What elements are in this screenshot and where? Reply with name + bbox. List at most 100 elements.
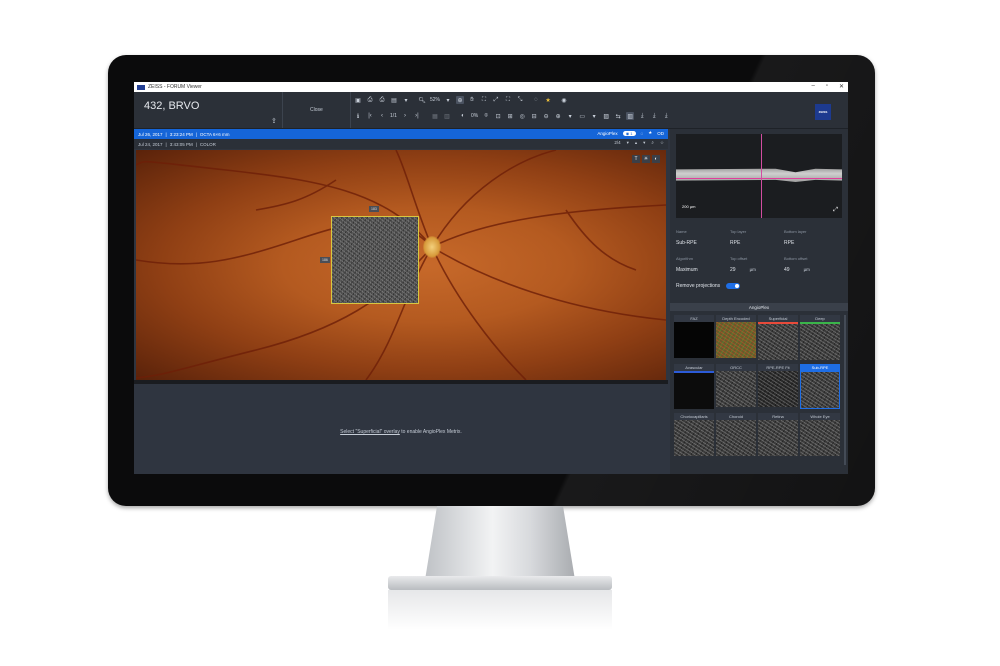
chevron-down-icon[interactable]: ▾ — [643, 140, 645, 146]
retina-layer — [676, 168, 842, 182]
image-chevron-icon[interactable]: ▾ — [590, 112, 598, 120]
image-date: Jul 24, 2017 — [138, 141, 163, 147]
star-icon[interactable]: ★ — [648, 130, 652, 136]
bottom-offset-value[interactable]: 49 — [784, 267, 790, 273]
tile-retina[interactable]: Retina — [758, 413, 798, 456]
search-icon[interactable]: ⌕ — [651, 140, 654, 146]
bottom-layer-value[interactable]: RPE — [784, 240, 842, 246]
star-outline-icon[interactable]: ☆ — [660, 140, 664, 146]
print-icon[interactable]: ⎙ — [378, 96, 386, 104]
download-alt-icon[interactable]: ⤓ — [650, 112, 658, 120]
star-icon[interactable]: ★ — [544, 96, 552, 104]
opacity-value[interactable]: 0% — [471, 113, 478, 119]
split-view-icon[interactable]: ▥ — [626, 112, 635, 120]
image-type: COLOR — [199, 141, 216, 147]
scan-label-top: 183 — [369, 206, 379, 212]
zoom-level[interactable]: 52% — [430, 97, 440, 103]
close-window-button[interactable]: ✕ — [839, 83, 844, 90]
target-icon[interactable]: ◎ — [518, 112, 526, 120]
fundus-tools: T ☀ ◐ — [632, 155, 660, 163]
tile-depth-encoded[interactable]: Depth Encoded — [716, 315, 756, 360]
close-button[interactable]: Close — [310, 107, 323, 113]
overlay-icon[interactable]: ⌾ — [482, 112, 490, 120]
grid-icon[interactable]: ▦ — [431, 112, 439, 120]
measure-icon[interactable]: ⊟ — [530, 112, 538, 120]
export-icon[interactable]: ⇪ — [271, 117, 277, 125]
tile-whole-eye[interactable]: Whole Eye — [800, 413, 840, 456]
chevron-up-icon[interactable]: ▴ — [635, 140, 637, 146]
angioplex-mode[interactable]: AngioPlex — [597, 131, 617, 136]
fullscreen-icon[interactable]: ⛶ — [504, 96, 512, 104]
tile-label: FAZ — [674, 315, 714, 322]
zoom-chevron-icon[interactable]: ▾ — [444, 96, 452, 104]
remove-projections-toggle[interactable] — [726, 283, 741, 289]
timeline-bar[interactable] — [134, 380, 668, 384]
zeiss-small-logo — [137, 84, 145, 90]
compare-icon[interactable]: ⇆ — [614, 112, 622, 120]
tile-faz[interactable]: FAZ — [674, 315, 714, 360]
monitor-stand — [425, 506, 575, 580]
print-preview-icon[interactable]: ⎙ — [366, 96, 374, 104]
opacity-icon[interactable]: ◐ — [459, 112, 467, 120]
algorithm-value[interactable]: Maximum — [676, 267, 730, 273]
tile-avascular[interactable]: Avascular — [674, 364, 714, 409]
name-value[interactable]: Sub-RPE — [676, 240, 730, 246]
top-layer-value[interactable]: RPE — [730, 240, 784, 246]
fit-icon[interactable]: ⛶ — [480, 96, 488, 104]
layout-icon[interactable]: ▤ — [390, 96, 398, 104]
maximize-button[interactable]: ▫ — [826, 83, 828, 90]
save-icon[interactable]: ▣ — [354, 96, 362, 104]
eye-icon[interactable]: ◉ — [560, 96, 568, 104]
comment-icon[interactable]: ◌ — [532, 96, 540, 104]
top-layer-label: Top layer — [730, 229, 747, 234]
tile-rpe-fit[interactable]: RPE-RPE Fit — [758, 364, 798, 409]
plus-chevron-icon[interactable]: ▾ — [566, 112, 574, 120]
od-badge: OD — [657, 130, 664, 136]
crop-icon[interactable]: ⊡ — [494, 112, 502, 120]
frame-icon[interactable]: ⊞ — [506, 112, 514, 120]
download-all-icon[interactable]: ⤓ — [662, 112, 670, 120]
tile-orcc[interactable]: ORCC — [716, 364, 756, 409]
eye-toggle-pill[interactable]: ◉ 1 — [622, 130, 636, 136]
chevron-down-icon[interactable]: ▾ — [402, 96, 410, 104]
download-icon[interactable]: ⤓ — [638, 112, 646, 120]
chevron-down-icon[interactable]: ▾ — [627, 140, 629, 146]
magnify-icon[interactable]: ⊕ — [456, 96, 465, 104]
pan-hand-icon[interactable]: ✋︎ — [468, 96, 476, 104]
expand-icon[interactable]: ⤢ — [833, 207, 838, 214]
slab-parameters: Name Sub-RPE Top layer RPE Bottom layer RPE… — [676, 229, 842, 289]
gallery-icon[interactable]: ▨ — [602, 112, 610, 120]
exam-bar[interactable]: Jul 26, 2017 | 3:23:24 PM | OCTA 6×6 mm … — [134, 129, 668, 139]
layers-icon[interactable]: ▥ — [443, 112, 451, 120]
first-page-icon[interactable]: |‹ — [366, 112, 374, 120]
top-offset-value[interactable]: 29 — [730, 267, 736, 273]
plus-icon[interactable]: ⊕ — [554, 112, 562, 120]
zoom-icon[interactable]: 🔍︎ — [418, 96, 426, 104]
minus-icon[interactable]: ⊖ — [542, 112, 550, 120]
image-counter[interactable]: 2/4 — [614, 140, 620, 146]
tile-deep[interactable]: Deep — [800, 315, 840, 360]
tile-choroid[interactable]: Choroid — [716, 413, 756, 456]
tile-choriocapillaris[interactable]: Choriocapillaris — [674, 413, 714, 456]
tiles-scrollbar[interactable] — [844, 315, 846, 465]
prev-page-icon[interactable]: ‹ — [378, 112, 386, 120]
next-page-icon[interactable]: › — [401, 112, 409, 120]
expand-icon[interactable]: ⤢ — [492, 96, 500, 104]
top-offset-label: Top offset — [730, 256, 748, 261]
compress-icon[interactable]: ⤡ — [516, 96, 524, 104]
tile-sub-rpe[interactable]: Sub-RPE — [800, 364, 840, 409]
contrast-icon[interactable]: ◐ — [652, 155, 660, 163]
brightness-icon[interactable]: ☀ — [642, 155, 650, 163]
octa-scan-overlay[interactable] — [331, 216, 419, 304]
select-superficial-link[interactable]: Select "Superficial" overlay — [340, 429, 400, 435]
image-icon[interactable]: ▭ — [578, 112, 586, 120]
bscan-image[interactable]: 200 µm ⤢ — [676, 134, 842, 218]
text-tool-icon[interactable]: T — [632, 155, 640, 163]
image-viewer: Jul 26, 2017 | 3:23:24 PM | OCTA 6×6 mm … — [134, 129, 668, 474]
tile-superficial[interactable]: Superficial — [758, 315, 798, 360]
minimize-button[interactable]: – — [811, 83, 814, 90]
last-page-icon[interactable]: ›| — [413, 112, 421, 120]
info-icon[interactable]: ℹ — [354, 112, 362, 120]
fundus-image[interactable]: T ☀ ◐ 183 186 — [136, 150, 666, 380]
comment-icon[interactable]: ◌ — [641, 131, 644, 136]
